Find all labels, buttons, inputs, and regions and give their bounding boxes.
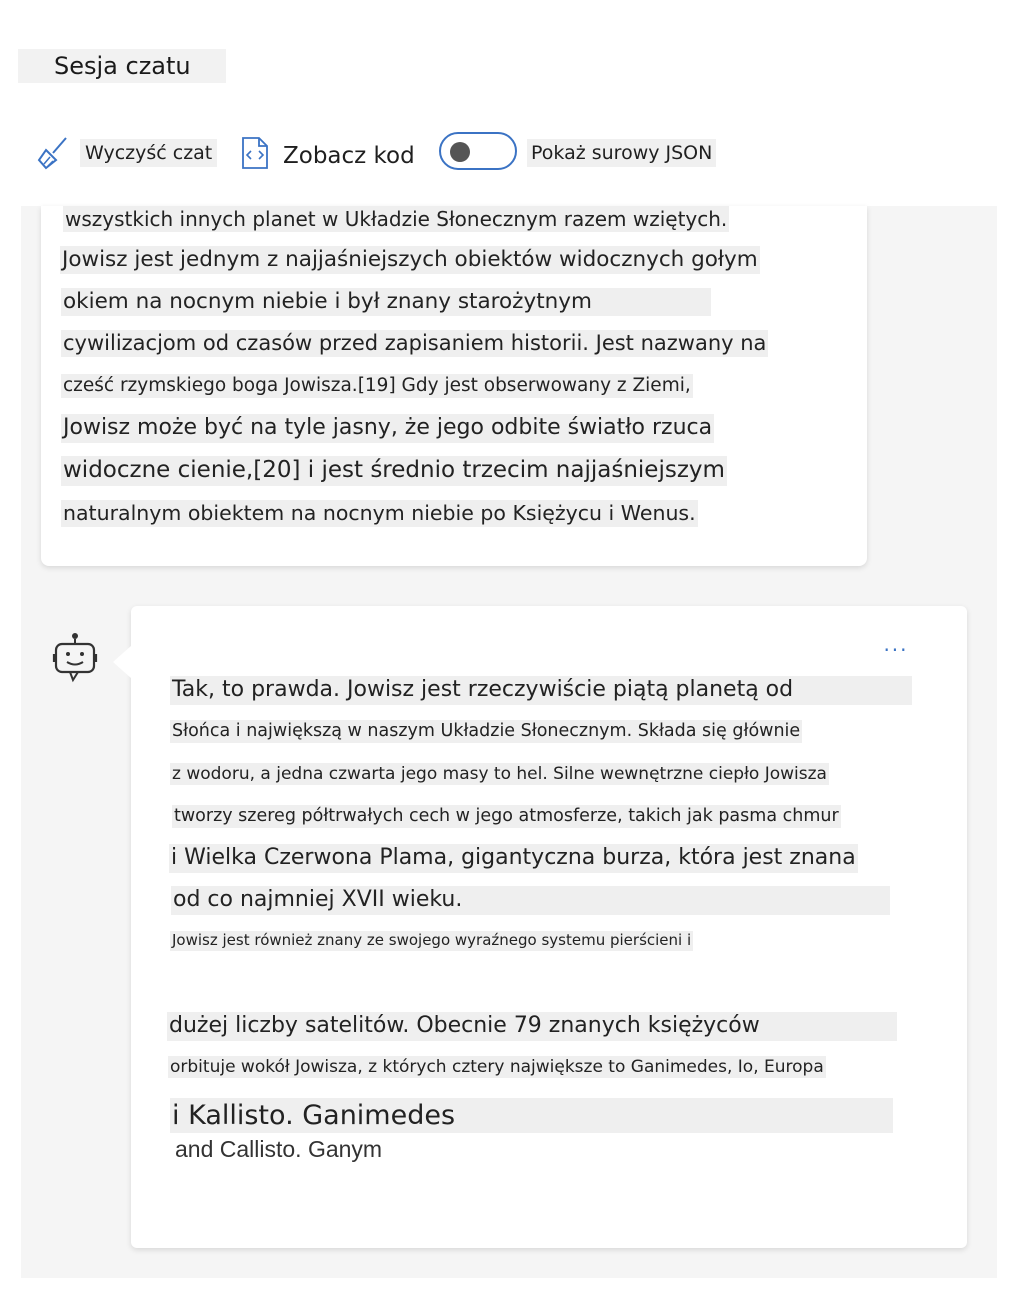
message-line: od co najmniej XVII wieku.	[171, 886, 890, 915]
bot-message: ... Tak, to prawda. Jowisz jest rzeczywi…	[113, 606, 967, 1248]
message-line: z wodoru, a jedna czwarta jego masy to h…	[170, 763, 829, 786]
page-title: Sesja czatu	[18, 49, 226, 83]
message-line: cywilizacjom od czasów przed zapisaniem …	[61, 330, 769, 358]
message-line: tworzy szereg półtrwałych cech w jego at…	[172, 805, 841, 828]
raw-json-label: Pokaż surowy JSON	[527, 139, 717, 167]
message-line: Słońca i największą w naszym Układzie Sł…	[170, 720, 803, 743]
message-line: and Callisto. Ganym	[175, 1136, 383, 1162]
broom-icon[interactable]	[36, 136, 70, 170]
clear-chat-button[interactable]: Wyczyść czat	[80, 139, 218, 167]
code-file-icon[interactable]	[240, 136, 270, 170]
more-options-button[interactable]: ...	[881, 634, 911, 654]
message-line: dużej liczby satelitów. Obecnie 79 znany…	[167, 1012, 897, 1041]
message-line: i Wielka Czerwona Plama, gigantyczna bur…	[169, 844, 858, 873]
user-message: wszystkich innych planet w Układzie Słon…	[41, 206, 867, 566]
toggle-knob	[450, 142, 470, 162]
message-line: cześć rzymskiego boga Jowisza.[19] Gdy j…	[61, 374, 693, 399]
chat-history[interactable]: wszystkich innych planet w Układzie Słon…	[21, 206, 997, 1278]
message-line: widoczne cienie,[20] i jest średnio trze…	[61, 456, 727, 486]
message-line: wszystkich innych planet w Układzie Słon…	[63, 206, 730, 232]
message-line: Jowisz jest jednym z najjaśniejszych obi…	[60, 246, 760, 274]
view-code-button[interactable]: Zobacz kod	[280, 139, 418, 173]
message-line: naturalnym obiektem na nocnym niebie po …	[61, 500, 698, 527]
bot-avatar-icon	[52, 633, 98, 683]
chat-toolbar: Wyczyść czat Zobacz kod Pokaż surowy JSO…	[0, 128, 1014, 178]
message-line: Jowisz może być na tyle jasny, że jego o…	[61, 414, 715, 443]
raw-json-toggle[interactable]	[439, 132, 517, 170]
message-line: Tak, to prawda. Jowisz jest rzeczywiście…	[170, 676, 912, 705]
message-line: Jowisz jest również znany ze swojego wyr…	[170, 931, 694, 951]
message-line: orbituje wokół Jowisza, z których cztery…	[168, 1056, 826, 1079]
message-line: i Kallisto. Ganimedes	[170, 1098, 893, 1134]
message-line: okiem na nocnym niebie i był znany staro…	[61, 288, 711, 316]
